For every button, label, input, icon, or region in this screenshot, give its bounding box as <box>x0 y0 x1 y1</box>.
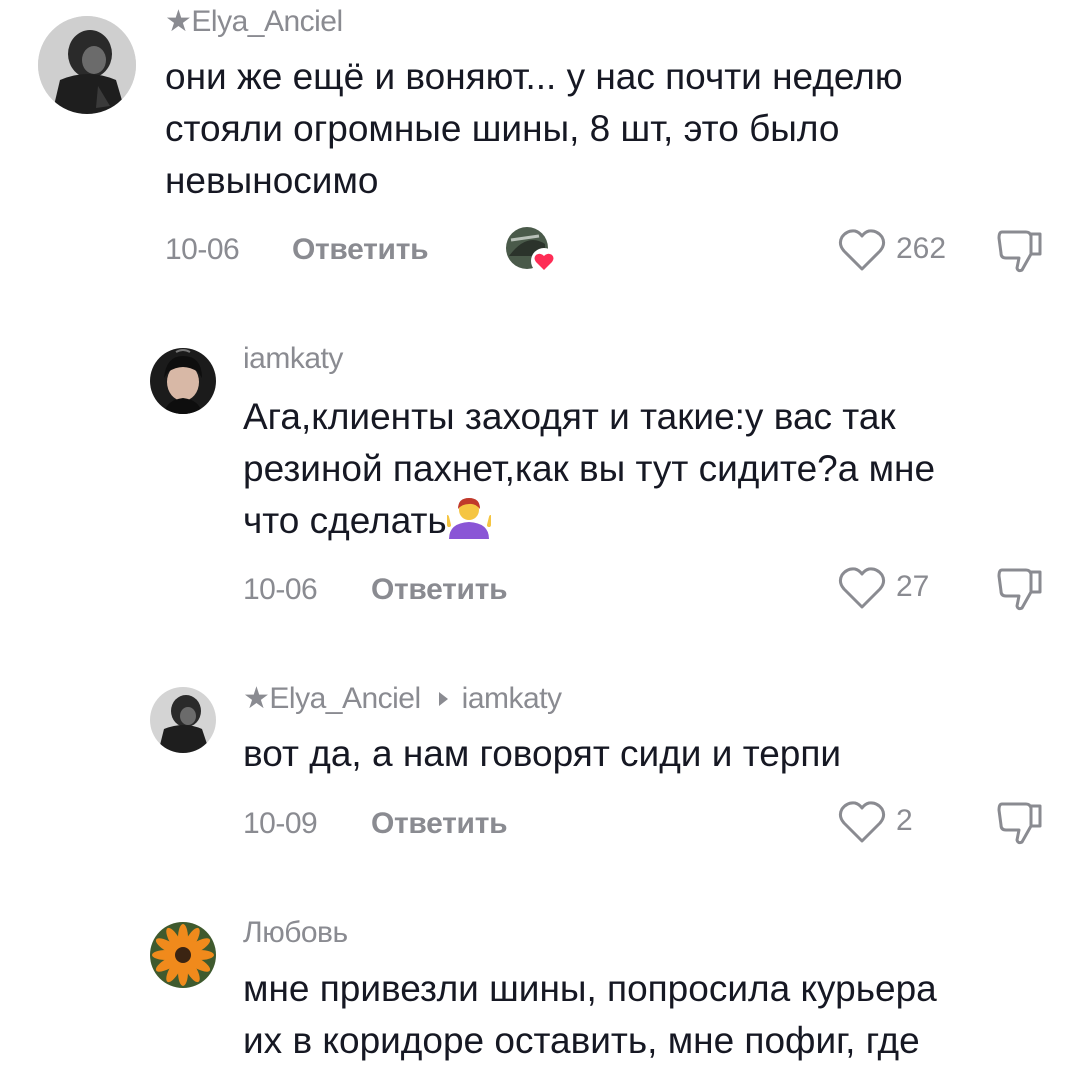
comment-line: резиной пахнет,как вы тут сидите?а мне <box>243 448 936 489</box>
reply-button[interactable]: Ответить <box>292 233 429 267</box>
comment-date: 10-06 <box>243 573 318 606</box>
comment-line: Ага,клиенты заходят и такие:у вас так <box>243 396 896 437</box>
avatar[interactable] <box>38 16 136 114</box>
comment-line: мне привезли шины, попросила курьера <box>243 968 937 1009</box>
reply-button[interactable]: Ответить <box>371 573 508 607</box>
thumbs-down-icon <box>997 568 1042 611</box>
comment-meta: 10-09 Ответить <box>243 807 603 847</box>
thumbs-down-icon <box>997 230 1042 273</box>
reply-button[interactable]: Ответить <box>371 807 508 841</box>
avatar[interactable] <box>150 687 216 753</box>
reply-to-username[interactable]: iamkaty <box>462 682 562 715</box>
creator-liked-badge-icon <box>505 226 561 274</box>
comment-date: 10-09 <box>243 807 318 840</box>
heart-outline-icon <box>838 567 886 609</box>
comment-username: ★Elya_Anciel iamkaty <box>243 681 562 716</box>
person-shrugging-emoji <box>444 495 493 539</box>
comment-line: их в коридоре оставить, мне пофиг, где <box>243 1020 920 1061</box>
like-count: 2 <box>896 804 913 837</box>
comment-item: iamkaty Ага,клиенты заходят и такие:у ва… <box>0 330 1080 650</box>
comment-text: мне привезли шины, попросила курьера их … <box>243 963 937 1067</box>
like-count: 262 <box>896 232 947 265</box>
comment-date: 10-06 <box>165 233 240 266</box>
comment-meta: 10-06 Ответить <box>243 573 603 613</box>
comment-username[interactable]: iamkaty <box>243 342 343 376</box>
comment-line: стояли огромные шины, 8 шт, это было <box>165 108 840 149</box>
comment-line: вот да, а нам говорят сиди и терпи <box>243 733 842 774</box>
comment-text: они же ещё и воняют... у нас почти недел… <box>165 51 903 207</box>
comment-username[interactable]: ★Elya_Anciel <box>165 4 343 39</box>
thumbs-down-icon <box>997 802 1042 845</box>
like-button[interactable]: 27 <box>838 566 958 614</box>
avatar[interactable] <box>150 922 216 988</box>
comment-username-link[interactable]: ★Elya_Anciel <box>243 682 421 715</box>
avatar[interactable] <box>150 348 216 414</box>
dislike-button[interactable] <box>996 226 1044 274</box>
heart-outline-icon <box>838 801 886 843</box>
comment-line: что сделать <box>243 495 935 547</box>
comment-item: Любовь мне привезли шины, попросила курь… <box>0 900 1080 1061</box>
reply-arrow-icon <box>438 692 448 707</box>
dislike-button[interactable] <box>996 798 1044 846</box>
like-button[interactable]: 2 <box>838 800 958 848</box>
dislike-button[interactable] <box>996 564 1044 612</box>
like-button[interactable]: 262 <box>838 228 958 276</box>
comment-text: Ага,клиенты заходят и такие:у вас так ре… <box>243 391 935 547</box>
comment-item: ★Elya_Anciel они же ещё и воняют... у на… <box>0 0 1080 300</box>
like-count: 27 <box>896 570 930 603</box>
comment-line: невыносимо <box>165 160 379 201</box>
comment-username[interactable]: Любовь <box>243 916 348 950</box>
comment-item: ★Elya_Anciel iamkaty вот да, а нам говоря… <box>0 670 1080 900</box>
comment-text: вот да, а нам говорят сиди и терпи <box>243 728 841 780</box>
comment-line-text: что сделать <box>243 500 447 541</box>
comment-line: они же ещё и воняют... у нас почти недел… <box>165 56 903 97</box>
heart-outline-icon <box>838 229 886 271</box>
